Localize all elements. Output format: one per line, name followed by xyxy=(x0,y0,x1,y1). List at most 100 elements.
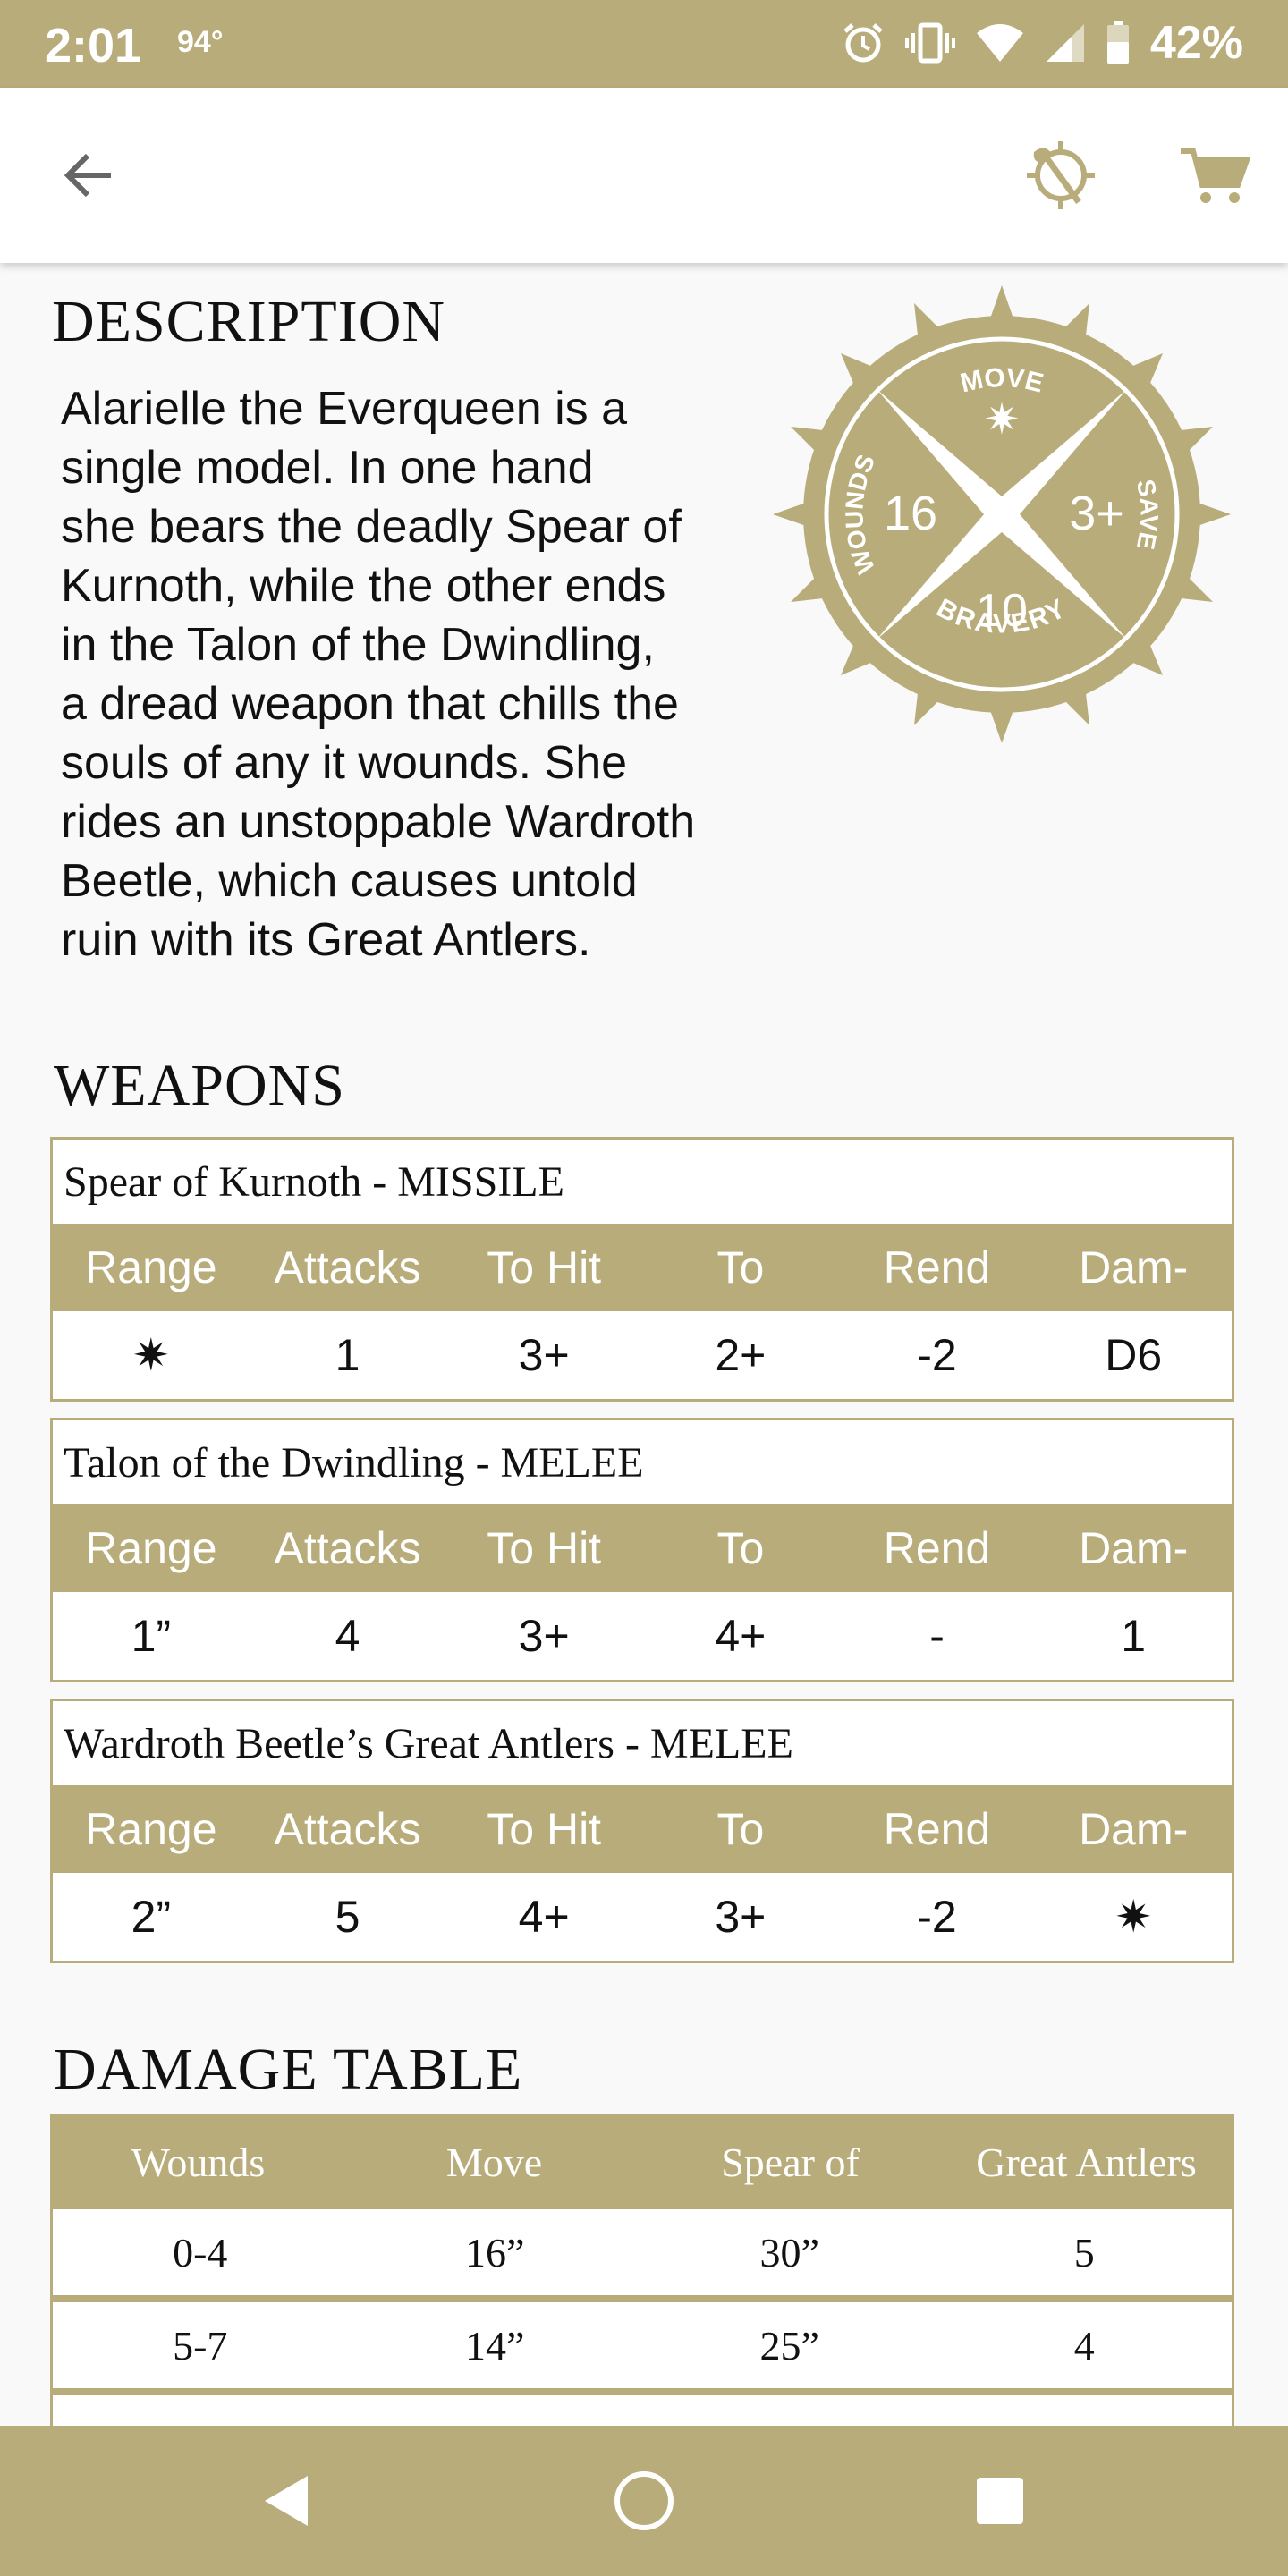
header-spear: Spear of xyxy=(721,2139,860,2185)
wifi-icon xyxy=(976,24,1023,62)
damage-table: Wounds Move Spear of Great Antlers 0-4 1… xyxy=(50,2114,1234,2449)
save-value: 3+ xyxy=(1069,487,1124,540)
value-attacks: 5 xyxy=(335,1892,360,1942)
header-great-antlers: Great Antlers xyxy=(976,2139,1197,2185)
weapons-title: WEAPONS xyxy=(54,1053,346,1118)
cell-great-antlers: 4 xyxy=(1073,2322,1095,2368)
header-rend: Rend xyxy=(883,1804,991,1854)
table-row: 5-7 14” 25” 4 xyxy=(53,2302,1232,2388)
value-attacks: 1 xyxy=(335,1330,360,1380)
header-range: Range xyxy=(85,1804,217,1854)
status-temperature: 94° xyxy=(177,25,224,59)
description-line: souls of any it wounds. She xyxy=(61,737,628,789)
nav-back-icon xyxy=(265,2476,308,2526)
description-line: Beetle, which causes untold xyxy=(61,855,638,907)
description-line: she bears the deadly Spear of xyxy=(61,501,682,553)
wounds-value: 16 xyxy=(884,487,937,540)
weapon-value-row: 1” 4 3+ 4+ - 1 xyxy=(53,1592,1232,1680)
value-range: 1” xyxy=(131,1611,172,1661)
nav-home-icon xyxy=(614,2471,674,2530)
header-wounds: Wounds xyxy=(131,2139,266,2185)
value-to-wound: 3+ xyxy=(715,1892,767,1942)
alarm-icon xyxy=(843,23,883,63)
description-title: DESCRIPTION xyxy=(52,289,446,354)
signal-icon xyxy=(1046,24,1084,62)
stat-badge: MOVE BRAVERY WOUNDS SAVE ✷ 16 3+ 10 xyxy=(773,285,1231,743)
app-bar xyxy=(0,88,1288,263)
value-to-hit: 3+ xyxy=(518,1330,570,1380)
value-damage: ✷ xyxy=(1114,1892,1153,1942)
nav-back-button[interactable] xyxy=(242,2456,331,2546)
weapon-name: Spear of Kurnoth - MISSILE xyxy=(64,1157,564,1206)
header-to-wound: To xyxy=(716,1242,765,1292)
status-icons: 42% xyxy=(841,16,1243,70)
vibrate-icon xyxy=(904,22,955,64)
value-rend: -2 xyxy=(917,1330,957,1380)
value-range: ✷ xyxy=(131,1330,170,1380)
back-button[interactable] xyxy=(45,132,131,218)
header-damage: Dam- xyxy=(1079,1804,1189,1854)
back-arrow-icon xyxy=(64,153,111,198)
battery-icon xyxy=(1106,21,1129,64)
description-line: ruin with its Great Antlers. xyxy=(61,914,591,966)
header-range: Range xyxy=(85,1242,217,1292)
bravery-value: 10 xyxy=(976,585,1028,637)
navigation-bar xyxy=(0,2426,1288,2576)
cell-move: 16” xyxy=(465,2229,525,2275)
value-to-hit: 3+ xyxy=(518,1611,570,1661)
description-line: single model. In one hand xyxy=(61,442,594,494)
damage-table-title: DAMAGE TABLE xyxy=(54,2037,523,2102)
description-line: in the Talon of the Dwindling, xyxy=(61,619,655,671)
cell-spear: 30” xyxy=(759,2229,819,2275)
header-move: Move xyxy=(445,2139,543,2185)
header-rend: Rend xyxy=(883,1242,991,1292)
value-range: 2” xyxy=(131,1892,172,1942)
header-attacks: Attacks xyxy=(274,1804,421,1854)
header-damage: Dam- xyxy=(1079,1523,1189,1573)
value-to-wound: 4+ xyxy=(715,1611,767,1661)
value-damage: D6 xyxy=(1105,1330,1163,1380)
header-attacks: Attacks xyxy=(274,1523,421,1573)
cell-move: 14” xyxy=(465,2322,525,2368)
header-damage: Dam- xyxy=(1079,1242,1189,1292)
weapon-header-row: Range Attacks To Hit To Rend Dam- xyxy=(53,1785,1232,1873)
value-rend: -2 xyxy=(917,1892,957,1942)
header-rend: Rend xyxy=(883,1523,991,1573)
description-line: a dread weapon that chills the xyxy=(61,678,679,730)
compass-button[interactable] xyxy=(1018,132,1104,218)
weapon-value-row: ✷ 1 3+ 2+ -2 D6 xyxy=(53,1311,1232,1399)
value-rend: - xyxy=(929,1611,945,1661)
value-attacks: 4 xyxy=(335,1611,360,1661)
cell-spear: 25” xyxy=(759,2322,819,2368)
description-line: rides an unstoppable Wardroth xyxy=(61,796,696,848)
nav-home-button[interactable] xyxy=(599,2456,689,2546)
weapon-name: Talon of the Dwindling - MELEE xyxy=(64,1438,644,1487)
header-to-wound: To xyxy=(716,1523,765,1573)
move-value: ✷ xyxy=(984,394,1020,445)
status-bar: 2:01 94° 42% xyxy=(0,0,1288,88)
value-to-hit: 4+ xyxy=(518,1892,570,1942)
header-attacks: Attacks xyxy=(274,1242,421,1292)
description-text: Alarielle the Everqueen is a single mode… xyxy=(61,379,758,970)
header-to-wound: To xyxy=(716,1804,765,1854)
weapon-card: Talon of the Dwindling - MELEE Range Att… xyxy=(50,1418,1234,1682)
cell-wounds: 0-4 xyxy=(173,2229,228,2275)
weapon-card: Spear of Kurnoth - MISSILE Range Attacks… xyxy=(50,1137,1234,1402)
header-to-hit: To Hit xyxy=(487,1804,602,1854)
value-to-wound: 2+ xyxy=(715,1330,767,1380)
status-time: 2:01 xyxy=(45,19,142,72)
description-line: Kurnoth, while the other ends xyxy=(61,560,666,612)
weapon-card: Wardroth Beetle’s Great Antlers - MELEE … xyxy=(50,1699,1234,1963)
header-to-hit: To Hit xyxy=(487,1523,602,1573)
nav-recents-button[interactable] xyxy=(955,2456,1045,2546)
header-to-hit: To Hit xyxy=(487,1242,602,1292)
battery-percent: 42% xyxy=(1149,17,1243,69)
header-range: Range xyxy=(85,1523,217,1573)
value-damage: 1 xyxy=(1121,1611,1147,1661)
nav-recents-icon xyxy=(977,2478,1023,2524)
weapon-name: Wardroth Beetle’s Great Antlers - MELEE xyxy=(64,1719,793,1767)
cell-wounds: 5-7 xyxy=(173,2322,228,2368)
damage-header-row: Wounds Move Spear of Great Antlers xyxy=(50,2114,1234,2209)
cart-button[interactable] xyxy=(1172,132,1258,218)
compass-axe-icon xyxy=(1027,141,1095,209)
